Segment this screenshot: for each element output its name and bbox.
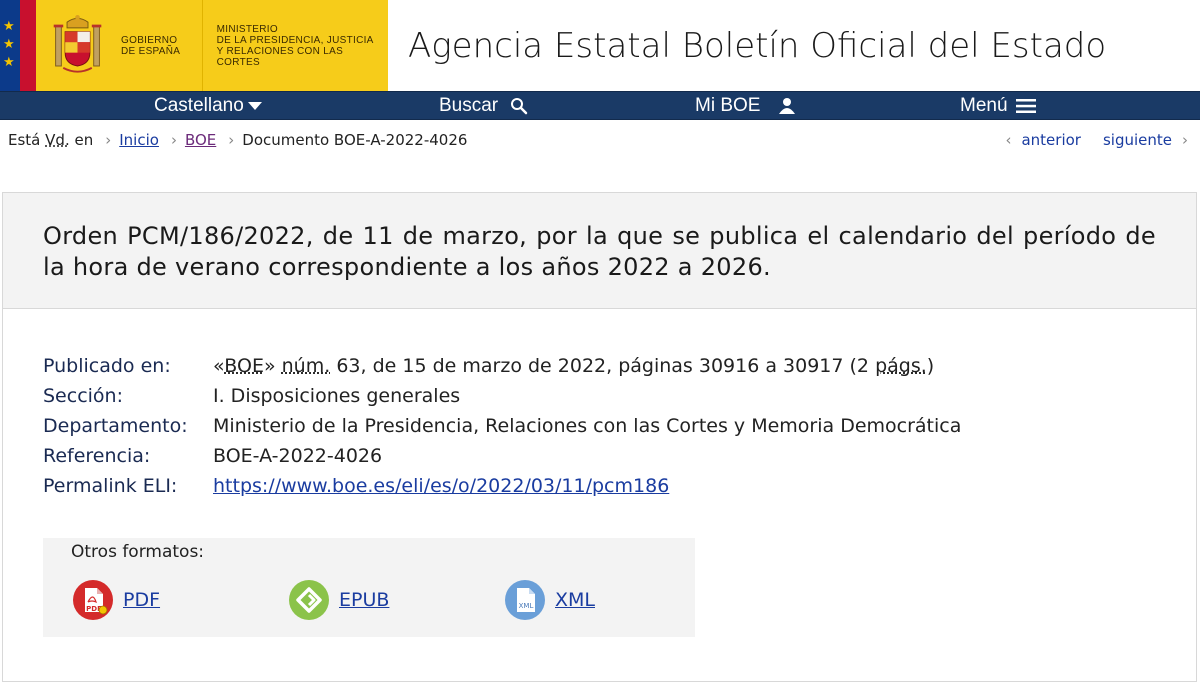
meta-row-reference: Referencia: BOE-A-2022-4026 <box>43 441 961 471</box>
meta-row-permalink: Permalink ELI: https://www.boe.es/eli/es… <box>43 471 961 501</box>
gov-name-line: DE ESPAÑA <box>121 45 181 57</box>
other-formats-box: Otros formatos: PDF PDF EPUB XML XML <box>43 538 695 637</box>
pages-abbr: págs. <box>875 355 927 377</box>
svg-text:XML: XML <box>519 602 534 610</box>
chevron-right-icon: › <box>1182 131 1188 149</box>
next-link[interactable]: siguiente <box>1103 131 1172 149</box>
xml-file-icon: XML <box>505 580 545 620</box>
divider <box>201 0 203 91</box>
meta-label: Referencia: <box>43 445 151 467</box>
meta-label: Permalink ELI: <box>43 475 178 497</box>
site-header: ★ ★ ★ GOBIERNO DE ESPAÑA MINISTERIO DE L… <box>0 0 1200 91</box>
ministry-line: DE LA PRESIDENCIA, JUSTICIA <box>216 34 374 46</box>
chevron-right-icon: › <box>105 131 112 149</box>
ministry-name: MINISTERIO DE LA PRESIDENCIA, JUSTICIA Y… <box>217 24 388 68</box>
chevron-right-icon: › <box>170 131 177 149</box>
chevron-right-icon: › <box>228 131 235 149</box>
star-icon: ★ <box>3 19 15 34</box>
other-formats-title: Otros formatos: <box>71 542 205 562</box>
language-label: Castellano <box>154 95 244 116</box>
meta-row-department: Departamento: Ministerio de la Presidenc… <box>43 411 961 441</box>
document-title: Orden PCM/186/2022, de 11 de marzo, por … <box>43 222 1156 281</box>
pdf-link[interactable]: PDF <box>123 589 160 611</box>
menu-label: Menú <box>960 95 1008 116</box>
meta-row-published: Publicado en: «BOE» núm. 63, de 15 de ma… <box>43 351 961 381</box>
pdf-download[interactable]: PDF PDF <box>73 580 160 620</box>
hamburger-icon <box>1015 99 1036 113</box>
site-title[interactable]: Agencia Estatal Boletín Oficial del Esta… <box>388 0 1200 91</box>
quote-open: « <box>213 355 225 377</box>
breadcrumb: Está Vd. en › Inicio › BOE › Documento B… <box>0 120 1200 162</box>
previous-link[interactable]: anterior <box>1021 131 1081 149</box>
document-panel: Orden PCM/186/2022, de 11 de marzo, por … <box>2 192 1197 682</box>
search-button[interactable]: Buscar <box>439 95 528 117</box>
xml-link[interactable]: XML <box>555 589 595 611</box>
xml-download[interactable]: XML XML <box>505 580 595 620</box>
meta-row-section: Sección: I. Disposiciones generales <box>43 381 961 411</box>
quote-close: » <box>263 355 276 377</box>
meta-label: Sección: <box>43 385 123 407</box>
main-nav: Castellano Buscar Mi BOE Menú <box>0 91 1200 120</box>
permalink-link[interactable]: https://www.boe.es/eli/es/o/2022/03/11/p… <box>213 471 669 501</box>
language-selector[interactable]: Castellano <box>154 95 262 117</box>
num-abbr: núm. <box>281 355 331 377</box>
document-metadata: Publicado en: «BOE» núm. 63, de 15 de ma… <box>43 351 961 501</box>
my-boe-button[interactable]: Mi BOE <box>695 95 796 117</box>
menu-button[interactable]: Menú <box>960 95 1036 117</box>
breadcrumb-home-link[interactable]: Inicio <box>119 131 159 149</box>
gov-name-line: GOBIERNO <box>121 34 178 46</box>
meta-value-department: Ministerio de la Presidencia, Relaciones… <box>213 415 962 437</box>
paren-close: ) <box>926 355 935 377</box>
coat-of-arms <box>53 14 102 73</box>
boe-abbr: BOE <box>224 355 264 377</box>
epub-download[interactable]: EPUB <box>289 580 389 620</box>
meta-value-section: I. Disposiciones generales <box>213 385 461 407</box>
spain-flag-strip <box>20 0 36 91</box>
caret-down-icon <box>247 101 262 110</box>
meta-label: Publicado en: <box>43 355 171 377</box>
meta-value-published: «BOE» núm. 63, de 15 de marzo de 2022, p… <box>213 351 934 381</box>
document-title-box: Orden PCM/186/2022, de 11 de marzo, por … <box>3 193 1196 309</box>
chevron-left-icon: ‹ <box>1005 131 1012 149</box>
user-icon <box>779 98 796 114</box>
my-boe-label: Mi BOE <box>695 95 761 116</box>
government-logo[interactable]: GOBIERNO DE ESPAÑA MINISTERIO DE LA PRES… <box>36 0 388 91</box>
star-icon: ★ <box>3 37 15 52</box>
government-name: GOBIERNO DE ESPAÑA <box>121 35 188 57</box>
ministry-line: Y RELACIONES CON LAS CORTES <box>216 45 344 68</box>
breadcrumb-boe-link[interactable]: BOE <box>185 131 216 149</box>
published-details: 63, de 15 de marzo de 2022, páginas 3091… <box>336 355 870 377</box>
ministry-line: MINISTERIO <box>216 23 278 35</box>
epub-icon <box>289 580 329 620</box>
star-icon: ★ <box>3 55 15 70</box>
eu-flag-strip: ★ ★ ★ <box>0 0 20 91</box>
pdf-file-icon: PDF <box>73 580 113 620</box>
breadcrumb-prefix: Está <box>8 131 41 149</box>
breadcrumb-prefix: en <box>74 131 94 149</box>
breadcrumb-abbr: Vd. <box>45 131 70 149</box>
meta-label: Departamento: <box>43 415 188 437</box>
epub-link[interactable]: EPUB <box>339 589 389 611</box>
search-label: Buscar <box>439 95 499 116</box>
search-icon <box>511 98 528 115</box>
meta-value-reference: BOE-A-2022-4026 <box>213 445 383 467</box>
breadcrumb-current: Documento BOE-A-2022-4026 <box>242 131 468 149</box>
